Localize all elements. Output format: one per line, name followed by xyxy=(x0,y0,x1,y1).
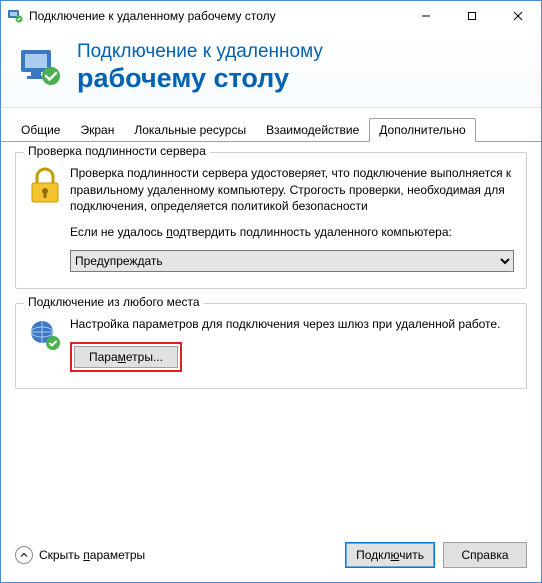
titlebar: Подключение к удаленному рабочему столу xyxy=(1,1,541,31)
close-button[interactable] xyxy=(495,1,541,31)
auth-fail-select[interactable]: Предупреждать xyxy=(70,250,514,272)
window-title: Подключение к удаленному рабочему столу xyxy=(29,9,403,23)
collapse-label: Скрыть параметры xyxy=(39,548,145,562)
help-button[interactable]: Справка xyxy=(443,542,527,568)
window-controls xyxy=(403,1,541,31)
tab-advanced[interactable]: Дополнительно xyxy=(369,118,475,142)
footer: Скрыть параметры Подключить Справка xyxy=(1,532,541,582)
highlight-frame: Параметры... xyxy=(70,342,182,372)
minimize-button[interactable] xyxy=(403,1,449,31)
maximize-button[interactable] xyxy=(449,1,495,31)
chevron-up-icon xyxy=(15,546,33,564)
connect-anywhere-title: Подключение из любого места xyxy=(24,295,204,309)
header-title: Подключение к удаленному рабочему столу xyxy=(77,41,323,93)
tab-display[interactable]: Экран xyxy=(70,118,124,141)
gateway-description: Настройка параметров для подключения чер… xyxy=(70,316,514,332)
connect-button[interactable]: Подключить xyxy=(345,542,435,568)
connect-anywhere-group: Подключение из любого места Настройка па… xyxy=(15,303,527,389)
app-icon xyxy=(7,8,23,24)
gateway-icon xyxy=(28,316,70,372)
tab-content: Проверка подлинности сервера Проверка по… xyxy=(1,142,541,532)
collapse-options[interactable]: Скрыть параметры xyxy=(15,546,337,564)
server-auth-description: Проверка подлинности сервера удостоверяе… xyxy=(70,165,514,214)
header-banner: Подключение к удаленному рабочему столу xyxy=(1,31,541,108)
tab-strip: Общие Экран Локальные ресурсы Взаимодейс… xyxy=(1,116,541,142)
rdp-window: Подключение к удаленному рабочему столу … xyxy=(0,0,542,583)
gateway-settings-button[interactable]: Параметры... xyxy=(74,346,178,368)
header-line2: рабочему столу xyxy=(77,64,323,94)
header-line1: Подключение к удаленному xyxy=(77,41,323,64)
auth-fail-label: Если не удалось подтвердить подлинность … xyxy=(70,224,514,240)
remote-desktop-icon xyxy=(17,44,63,90)
lock-icon xyxy=(28,165,70,272)
server-auth-title: Проверка подлинности сервера xyxy=(24,144,210,158)
tab-local-resources[interactable]: Локальные ресурсы xyxy=(124,118,256,141)
tab-experience[interactable]: Взаимодействие xyxy=(256,118,369,141)
tab-general[interactable]: Общие xyxy=(11,118,70,141)
server-auth-group: Проверка подлинности сервера Проверка по… xyxy=(15,152,527,289)
